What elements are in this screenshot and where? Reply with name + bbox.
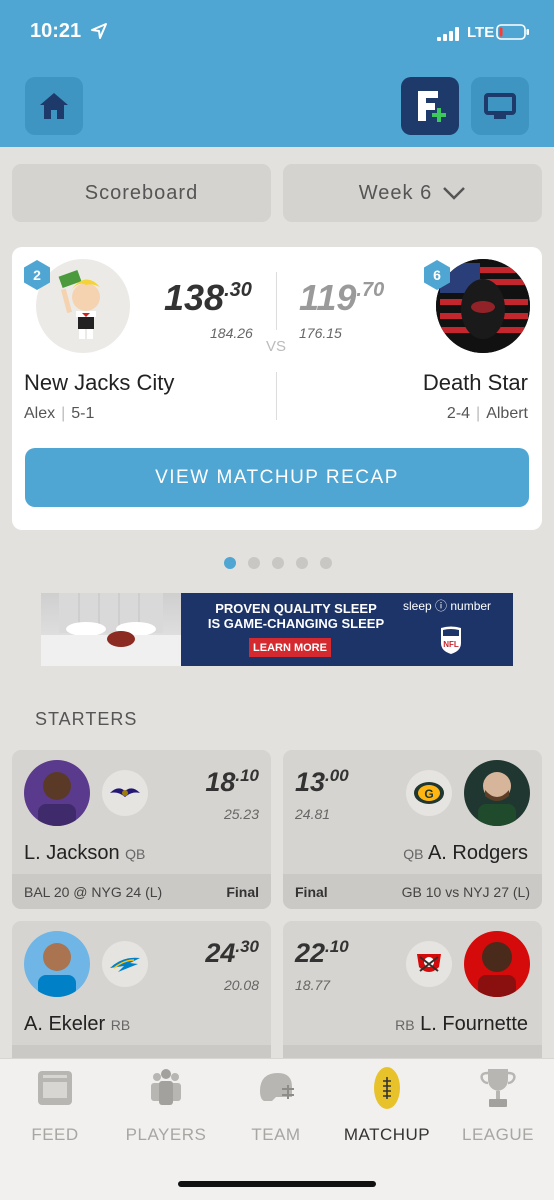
projected-right: 176.15 bbox=[299, 325, 342, 341]
week-label: Week 6 bbox=[358, 181, 433, 204]
carousel-dots bbox=[224, 557, 332, 569]
game-info: BAL 20 @ NYG 24 (L) Final bbox=[12, 874, 271, 909]
projected-left: 184.26 bbox=[210, 325, 253, 341]
player-card[interactable]: 18.10 25.23 L. Jackson QB BAL 20 @ NYG 2… bbox=[12, 750, 271, 909]
record-left: 5-1 bbox=[71, 405, 95, 422]
player-name[interactable]: L. Jackson QB bbox=[24, 842, 145, 865]
home-button[interactable] bbox=[25, 77, 83, 135]
owner-right: Albert bbox=[486, 405, 528, 422]
player-score: 22.10 bbox=[295, 937, 349, 968]
player-projected: 18.77 bbox=[295, 977, 331, 993]
divider bbox=[276, 272, 277, 330]
vs-label: VS bbox=[266, 338, 287, 355]
nav-team[interactable]: TEAM bbox=[221, 1065, 331, 1157]
signal-icon bbox=[437, 27, 459, 41]
owner-left: Alex bbox=[24, 405, 56, 422]
team-info-right: 2-4 | Albert bbox=[446, 405, 528, 422]
player-score: 18.10 bbox=[205, 766, 259, 797]
player-name[interactable]: A. Ekeler RB bbox=[24, 1013, 130, 1036]
network-label: LTE bbox=[467, 24, 495, 41]
ad-banner[interactable]: PROVEN QUALITY SLEEP IS GAME-CHANGING SL… bbox=[41, 593, 513, 666]
player-card[interactable]: G 13.00 24.81 QB A. Rodgers Final GB 10 v… bbox=[283, 750, 542, 909]
player-score: 24.30 bbox=[205, 937, 259, 968]
tv-button[interactable] bbox=[471, 77, 529, 135]
score-left: 138.30 bbox=[164, 277, 252, 318]
seed-badge-left: 2 bbox=[24, 260, 50, 290]
player-score: 13.00 bbox=[295, 766, 349, 797]
player-card[interactable]: 22.10 18.77 RB L. Fournette FinalTB 18 @… bbox=[283, 921, 542, 1080]
nav-league[interactable]: LEAGUE bbox=[443, 1065, 553, 1157]
chevron-down-icon bbox=[443, 187, 466, 200]
nfl-shield-icon: NFL bbox=[441, 626, 461, 654]
team-logo-buccaneers-icon bbox=[406, 941, 452, 987]
view-matchup-recap-button[interactable]: VIEW MATCHUP RECAP bbox=[25, 448, 529, 507]
ad-brand: sleep ⓘ number bbox=[403, 599, 492, 613]
nav-feed[interactable]: FEED bbox=[0, 1065, 110, 1157]
ad-headline-2: IS GAME-CHANGING SLEEP bbox=[207, 616, 385, 631]
team-name-right[interactable]: Death Star bbox=[423, 370, 528, 396]
bed-image-icon bbox=[41, 593, 181, 666]
svg-text:6: 6 bbox=[433, 267, 441, 283]
carousel-dot[interactable] bbox=[320, 557, 332, 569]
player-name[interactable]: QB A. Rodgers bbox=[403, 842, 528, 865]
score-right: 119.70 bbox=[299, 277, 385, 318]
learn-more-button[interactable]: LEARN MORE bbox=[249, 638, 331, 657]
fleaflicker-plus-button[interactable] bbox=[401, 77, 459, 135]
svg-text:2: 2 bbox=[33, 267, 41, 283]
tv-icon bbox=[484, 93, 516, 119]
svg-text:NFL: NFL bbox=[443, 640, 459, 649]
divider bbox=[276, 372, 277, 420]
location-arrow-icon bbox=[91, 23, 107, 39]
carousel-dot[interactable] bbox=[272, 557, 284, 569]
carousel-dot[interactable] bbox=[296, 557, 308, 569]
record-right: 2-4 bbox=[446, 405, 471, 422]
week-selector[interactable]: Week 6 bbox=[283, 164, 542, 222]
players-icon bbox=[151, 1069, 181, 1105]
game-info: Final GB 10 vs NYJ 27 (L) bbox=[283, 874, 542, 909]
player-card[interactable]: 24.30 20.08 A. Ekeler RB LAC 19 @ DEN 16… bbox=[12, 921, 271, 1080]
player-projected: 25.23 bbox=[223, 806, 259, 822]
seed-badge-right: 6 bbox=[424, 260, 450, 290]
scoreboard-label: Scoreboard bbox=[84, 181, 199, 204]
ad-image bbox=[41, 593, 181, 666]
team-logo-chargers-icon bbox=[102, 941, 148, 987]
player-photo bbox=[24, 760, 90, 826]
player-name[interactable]: RB L. Fournette bbox=[395, 1013, 528, 1036]
player-photo bbox=[464, 760, 530, 826]
team-logo-packers-icon: G bbox=[406, 770, 452, 816]
matchup-card[interactable]: 2 6 138.30 184.26 VS 119.70 176.15 New J… bbox=[12, 247, 542, 530]
status-time: 10:21 bbox=[30, 20, 82, 42]
nav-players[interactable]: PLAYERS bbox=[111, 1065, 221, 1157]
carousel-dot[interactable] bbox=[248, 557, 260, 569]
status-bar: 10:21 LTE bbox=[0, 0, 554, 68]
player-photo bbox=[24, 931, 90, 997]
player-projected: 24.81 bbox=[295, 806, 331, 822]
team-info-left: Alex | 5-1 bbox=[24, 405, 95, 422]
nav-matchup[interactable]: MATCHUP bbox=[332, 1065, 442, 1157]
team-name-left[interactable]: New Jacks City bbox=[24, 370, 174, 396]
feed-icon bbox=[38, 1071, 72, 1105]
battery-icon bbox=[496, 24, 529, 40]
home-indicator bbox=[178, 1181, 376, 1187]
starters-section-title: STARTERS bbox=[35, 709, 138, 729]
trophy-icon bbox=[480, 1069, 516, 1107]
bottom-nav: FEED PLAYERS TEAM MATCHUP LEAGUE bbox=[0, 1058, 554, 1200]
carousel-dot[interactable] bbox=[224, 557, 236, 569]
f-plus-logo-icon bbox=[418, 91, 446, 122]
player-photo bbox=[464, 931, 530, 997]
scoreboard-button[interactable]: Scoreboard bbox=[12, 164, 271, 222]
home-icon bbox=[40, 93, 68, 119]
player-projected: 20.08 bbox=[223, 977, 259, 993]
ad-headline-1: PROVEN QUALITY SLEEP bbox=[215, 601, 377, 616]
football-icon bbox=[374, 1067, 400, 1109]
team-logo-ravens-icon bbox=[102, 770, 148, 816]
svg-text:G: G bbox=[424, 787, 433, 801]
app-header: 10:21 LTE bbox=[0, 0, 554, 147]
helmet-icon bbox=[260, 1073, 294, 1101]
